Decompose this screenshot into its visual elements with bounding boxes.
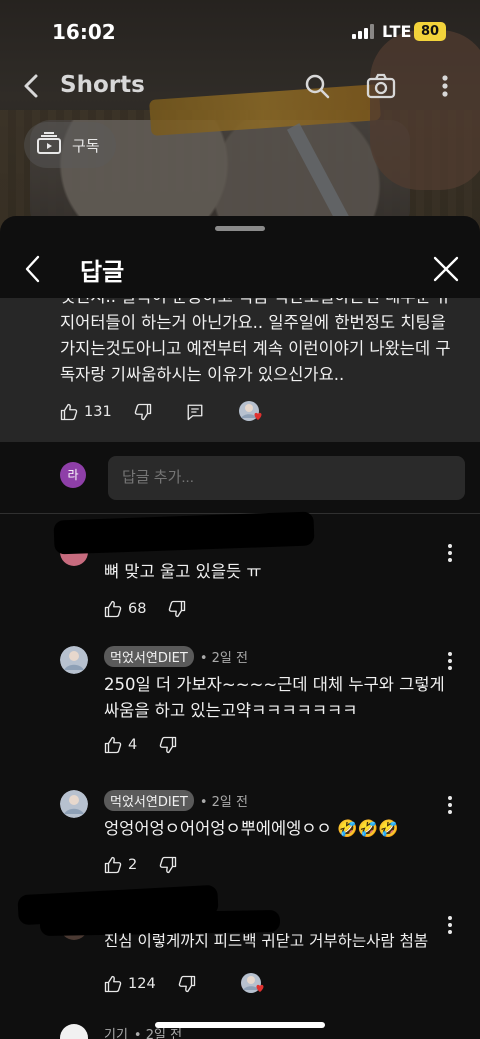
dislike-icon[interactable] <box>168 600 186 618</box>
dislike-icon[interactable] <box>159 856 177 874</box>
cellular-signal-icon <box>352 24 374 39</box>
dislike-icon[interactable] <box>134 403 152 421</box>
like-count: 124 <box>128 976 156 992</box>
like-icon[interactable] <box>104 975 122 993</box>
reply-author[interactable]: 먹었서연DIET <box>104 790 194 811</box>
network-type: LTE <box>382 22 412 41</box>
subscribe-chip[interactable]: 구독 <box>24 122 116 168</box>
shorts-title: Shorts <box>60 72 145 98</box>
search-icon[interactable] <box>303 72 331 100</box>
creator-heart-avatar <box>240 972 266 996</box>
dislike-icon[interactable] <box>178 975 196 993</box>
status-time: 16:02 <box>52 20 116 44</box>
reply-text: 진심 이렇게까지 피드백 귀닫고 거부하는사람 첨봄 <box>104 932 429 950</box>
user-avatar: 라 <box>60 462 86 488</box>
reply-actions: 68 <box>104 600 186 618</box>
like-count: 4 <box>128 737 138 753</box>
like-count: 68 <box>128 601 147 617</box>
reply-avatar <box>60 646 88 674</box>
reply-time: • 2일 전 <box>199 651 248 666</box>
battery-icon: 80 <box>414 22 446 41</box>
more-vertical-icon[interactable] <box>438 72 452 100</box>
parent-comment-text: 것인지.. 팔옥이 운동하고 식음 직찬도일하는건 대부분 유지어터들이 하는거… <box>60 298 451 384</box>
like-icon[interactable] <box>104 736 122 754</box>
reply-actions: 2 <box>104 856 177 874</box>
shorts-header: Shorts <box>0 62 480 110</box>
reply-author[interactable]: 먹었서연DIET <box>104 646 194 667</box>
like-icon[interactable] <box>104 856 122 874</box>
more-vertical-icon[interactable] <box>444 794 456 816</box>
reply-actions: 124 <box>104 972 266 996</box>
status-bar: 16:02 LTE 80 <box>0 0 480 62</box>
back-chevron-icon[interactable] <box>20 254 46 284</box>
reply-item: 뼈 맞고 울고 있을듯 ㅠ 68 <box>0 511 480 636</box>
reply-item: 진심 이렇게까지 피드백 귀닫고 거부하는사람 첨봄 124 <box>0 884 480 1010</box>
sheet-header: 답글 <box>0 240 480 298</box>
like-count: 2 <box>128 857 138 873</box>
dislike-icon[interactable] <box>159 736 177 754</box>
home-indicator[interactable] <box>155 1022 325 1028</box>
back-arrow-icon[interactable] <box>18 72 46 100</box>
sheet-title: 답글 <box>80 258 125 286</box>
creator-heart-avatar <box>238 400 264 424</box>
subscriptions-icon <box>36 131 62 159</box>
subscribe-label: 구독 <box>72 136 100 155</box>
more-vertical-icon[interactable] <box>444 650 456 672</box>
reply-avatar <box>60 1024 88 1039</box>
reply-actions: 4 <box>104 736 177 754</box>
camera-icon[interactable] <box>366 72 396 100</box>
reply-meta: 먹었서연DIET • 2일 전 <box>104 790 248 811</box>
sheet-drag-handle[interactable] <box>215 226 265 231</box>
reply-text: 뼈 맞고 울고 있을듯 ㅠ <box>104 562 262 581</box>
reply-meta: 먹었서연DIET • 2일 전 <box>104 646 248 667</box>
reply-item: 먹었서연DIET • 2일 전 엉엉어엉ㅇ어어엉ㅇ뿌에에엥ㅇㅇ 🤣🤣🤣 2 <box>0 782 480 892</box>
reply-text: 엉엉어엉ㅇ어어엉ㅇ뿌에에엥ㅇㅇ 🤣🤣🤣 <box>104 819 399 838</box>
reply-text: 250일 더 가보자~~~~근데 대체 누구와 그렇게 싸움을 하고 있는고약ㅋ… <box>104 675 445 720</box>
reply-comment-icon[interactable] <box>186 403 204 421</box>
add-reply-row: 라 <box>0 442 480 514</box>
redaction-mark <box>53 511 315 555</box>
close-icon[interactable] <box>432 255 460 283</box>
like-icon[interactable] <box>60 403 78 421</box>
like-icon[interactable] <box>104 600 122 618</box>
parent-comment: 것인지.. 팔옥이 운동하고 식음 직찬도일하는건 대부분 유지어터들이 하는거… <box>0 298 480 442</box>
replies-sheet: 답글 것인지.. 팔옥이 운동하고 식음 직찬도일하는건 대부분 유지어터들이 … <box>0 216 480 1039</box>
reply-time: • 2일 전 <box>199 795 248 810</box>
reply-author[interactable]: 기기 <box>104 1024 128 1039</box>
parent-comment-actions: 131 <box>60 400 264 424</box>
add-reply-input[interactable] <box>108 456 465 500</box>
reply-avatar <box>60 790 88 818</box>
like-count: 131 <box>84 404 112 420</box>
reply-item: 먹었서연DIET • 2일 전 250일 더 가보자~~~~근데 대체 누구와 … <box>0 636 480 776</box>
